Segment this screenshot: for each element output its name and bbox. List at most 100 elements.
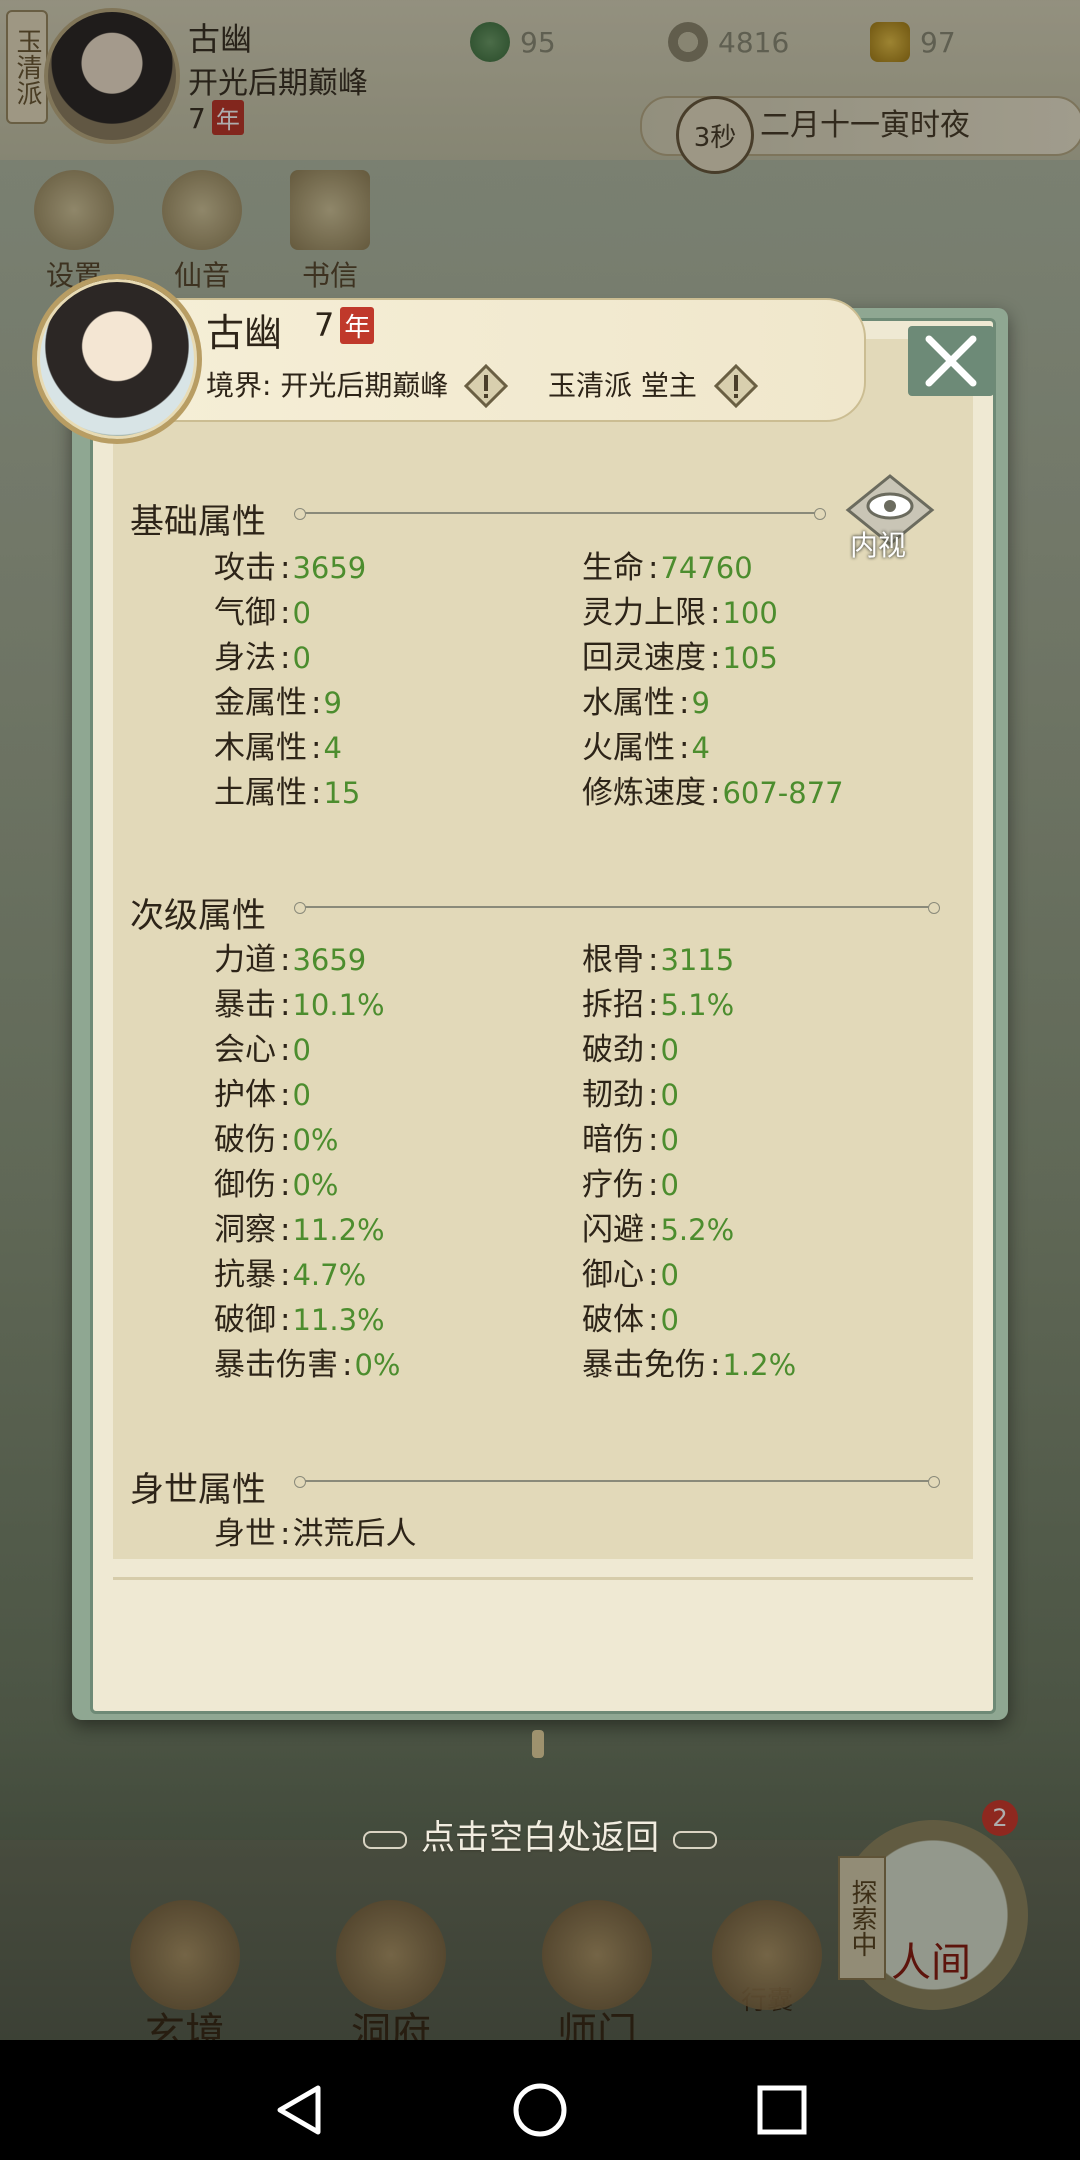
stat-row: 攻击:3659 bbox=[214, 542, 366, 587]
realm-value: 开光后期巅峰 bbox=[280, 369, 449, 402]
stat-value: 105 bbox=[722, 641, 778, 675]
stat-separator: : bbox=[280, 1257, 291, 1293]
stat-separator: : bbox=[648, 1032, 659, 1068]
profile-age-unit: 年 bbox=[340, 307, 375, 344]
stat-label: 破劲 bbox=[582, 1032, 644, 1068]
stat-value: 607-877 bbox=[722, 776, 844, 810]
sect-info-icon[interactable] bbox=[714, 364, 758, 408]
profile-avatar bbox=[32, 274, 202, 444]
stat-separator: : bbox=[280, 550, 291, 586]
stat-value: 9 bbox=[323, 686, 342, 720]
stat-row: 护体:0 bbox=[214, 1069, 311, 1114]
stat-value: 0 bbox=[660, 1078, 679, 1112]
stat-separator: : bbox=[648, 1167, 659, 1203]
stat-separator: : bbox=[710, 775, 721, 811]
sect-name: 玉清派 bbox=[548, 369, 633, 402]
stat-separator: : bbox=[280, 1167, 291, 1203]
basic-attributes-title: 基础属性 bbox=[130, 502, 266, 542]
stat-label: 破体 bbox=[582, 1302, 644, 1338]
home-icon[interactable] bbox=[510, 2080, 570, 2140]
stat-value: 1.2% bbox=[722, 1348, 797, 1382]
stat-value: 3659 bbox=[292, 943, 367, 977]
stat-label: 暴击免伤 bbox=[582, 1347, 706, 1383]
scroll-pin-icon bbox=[532, 1730, 544, 1758]
stat-label: 修炼速度 bbox=[582, 775, 706, 811]
stat-separator: : bbox=[280, 987, 291, 1023]
stat-value: 4 bbox=[323, 731, 342, 765]
stat-row: 会心:0 bbox=[214, 1024, 311, 1069]
stat-row: 破御:11.3% bbox=[214, 1294, 385, 1339]
profile-name: 古幽 bbox=[206, 311, 283, 355]
stat-label: 攻击 bbox=[214, 550, 276, 586]
stat-separator: : bbox=[679, 730, 690, 766]
stat-value: 5.1% bbox=[660, 988, 735, 1022]
stat-label: 韧劲 bbox=[582, 1077, 644, 1113]
stat-label: 身法 bbox=[214, 640, 276, 676]
secondary-divider bbox=[294, 902, 940, 914]
realm-label: 境界 bbox=[206, 369, 263, 402]
stat-value: 洪荒后人 bbox=[292, 1516, 417, 1552]
stat-separator: : bbox=[648, 987, 659, 1023]
stat-separator: : bbox=[710, 640, 721, 676]
basic-divider bbox=[294, 508, 826, 520]
stat-separator: : bbox=[648, 1302, 659, 1338]
stat-separator: : bbox=[648, 1077, 659, 1113]
stat-label: 抗暴 bbox=[214, 1257, 276, 1293]
stat-separator: : bbox=[648, 942, 659, 978]
panel-footer bbox=[113, 1577, 973, 1628]
stat-value: 0 bbox=[292, 1078, 311, 1112]
stat-row: 抗暴:4.7% bbox=[214, 1249, 366, 1294]
stat-separator: : bbox=[342, 1347, 353, 1383]
realm-separator: : bbox=[262, 369, 281, 402]
stat-value: 3659 bbox=[292, 551, 367, 585]
origin-divider bbox=[294, 1476, 940, 1488]
stat-row: 暴击免伤:1.2% bbox=[582, 1339, 796, 1384]
stat-value: 3115 bbox=[660, 943, 735, 977]
return-hint-text: 点击空白处返回 bbox=[421, 1818, 659, 1858]
stat-value: 0% bbox=[354, 1348, 401, 1382]
stat-value: 4.7% bbox=[292, 1258, 367, 1292]
stat-row: 御心:0 bbox=[582, 1249, 679, 1294]
stat-row: 气御:0 bbox=[214, 587, 311, 632]
stat-separator: : bbox=[280, 1077, 291, 1113]
stat-separator: : bbox=[648, 1212, 659, 1248]
stat-separator: : bbox=[280, 640, 291, 676]
stat-row: 疗伤:0 bbox=[582, 1159, 679, 1204]
profile-age: 7年 bbox=[314, 306, 375, 344]
stat-label: 洞察 bbox=[214, 1212, 276, 1248]
stat-label: 破御 bbox=[214, 1302, 276, 1338]
stat-label: 根骨 bbox=[582, 942, 644, 978]
stat-row: 身法:0 bbox=[214, 632, 311, 677]
stat-row: 水属性:9 bbox=[582, 677, 710, 722]
stat-value: 0% bbox=[292, 1123, 339, 1157]
profile-age-value: 7 bbox=[314, 306, 335, 344]
stat-value: 4 bbox=[691, 731, 710, 765]
stat-label: 气御 bbox=[214, 595, 276, 631]
stat-row: 力道:3659 bbox=[214, 934, 366, 979]
stat-value: 100 bbox=[722, 596, 778, 630]
stat-label: 御心 bbox=[582, 1257, 644, 1293]
recents-icon[interactable] bbox=[752, 2080, 812, 2140]
back-icon[interactable] bbox=[270, 2080, 330, 2140]
stat-row: 土属性:15 bbox=[214, 767, 360, 812]
stat-separator: : bbox=[311, 730, 322, 766]
stat-row: 拆招:5.1% bbox=[582, 979, 734, 1024]
close-button[interactable] bbox=[908, 326, 994, 396]
stat-row: 破体:0 bbox=[582, 1294, 679, 1339]
stat-label: 暗伤 bbox=[582, 1122, 644, 1158]
stat-separator: : bbox=[280, 1032, 291, 1068]
close-icon bbox=[925, 335, 977, 387]
inner-view-label: 内视 bbox=[850, 529, 907, 562]
stat-row: 修炼速度:607-877 bbox=[582, 767, 844, 812]
stat-value: 9 bbox=[691, 686, 710, 720]
stat-value: 0 bbox=[660, 1258, 679, 1292]
realm-info-icon[interactable] bbox=[464, 364, 508, 408]
stat-separator: : bbox=[311, 775, 322, 811]
stat-label: 力道 bbox=[214, 942, 276, 978]
stat-row: 生命:74760 bbox=[582, 542, 753, 587]
secondary-attributes-title: 次级属性 bbox=[130, 896, 266, 936]
return-hint: 点击空白处返回 bbox=[0, 1810, 1080, 1859]
scroll-left-icon bbox=[363, 1830, 407, 1849]
stat-value: 5.2% bbox=[660, 1213, 735, 1247]
stat-row: 根骨:3115 bbox=[582, 934, 734, 979]
